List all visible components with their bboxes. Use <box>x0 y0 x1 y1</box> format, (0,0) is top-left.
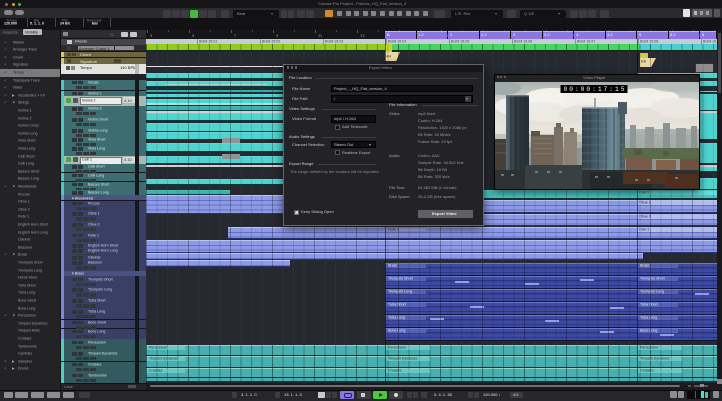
svg-text:00:00:17:15: 00:00:17:15 <box>563 86 624 93</box>
